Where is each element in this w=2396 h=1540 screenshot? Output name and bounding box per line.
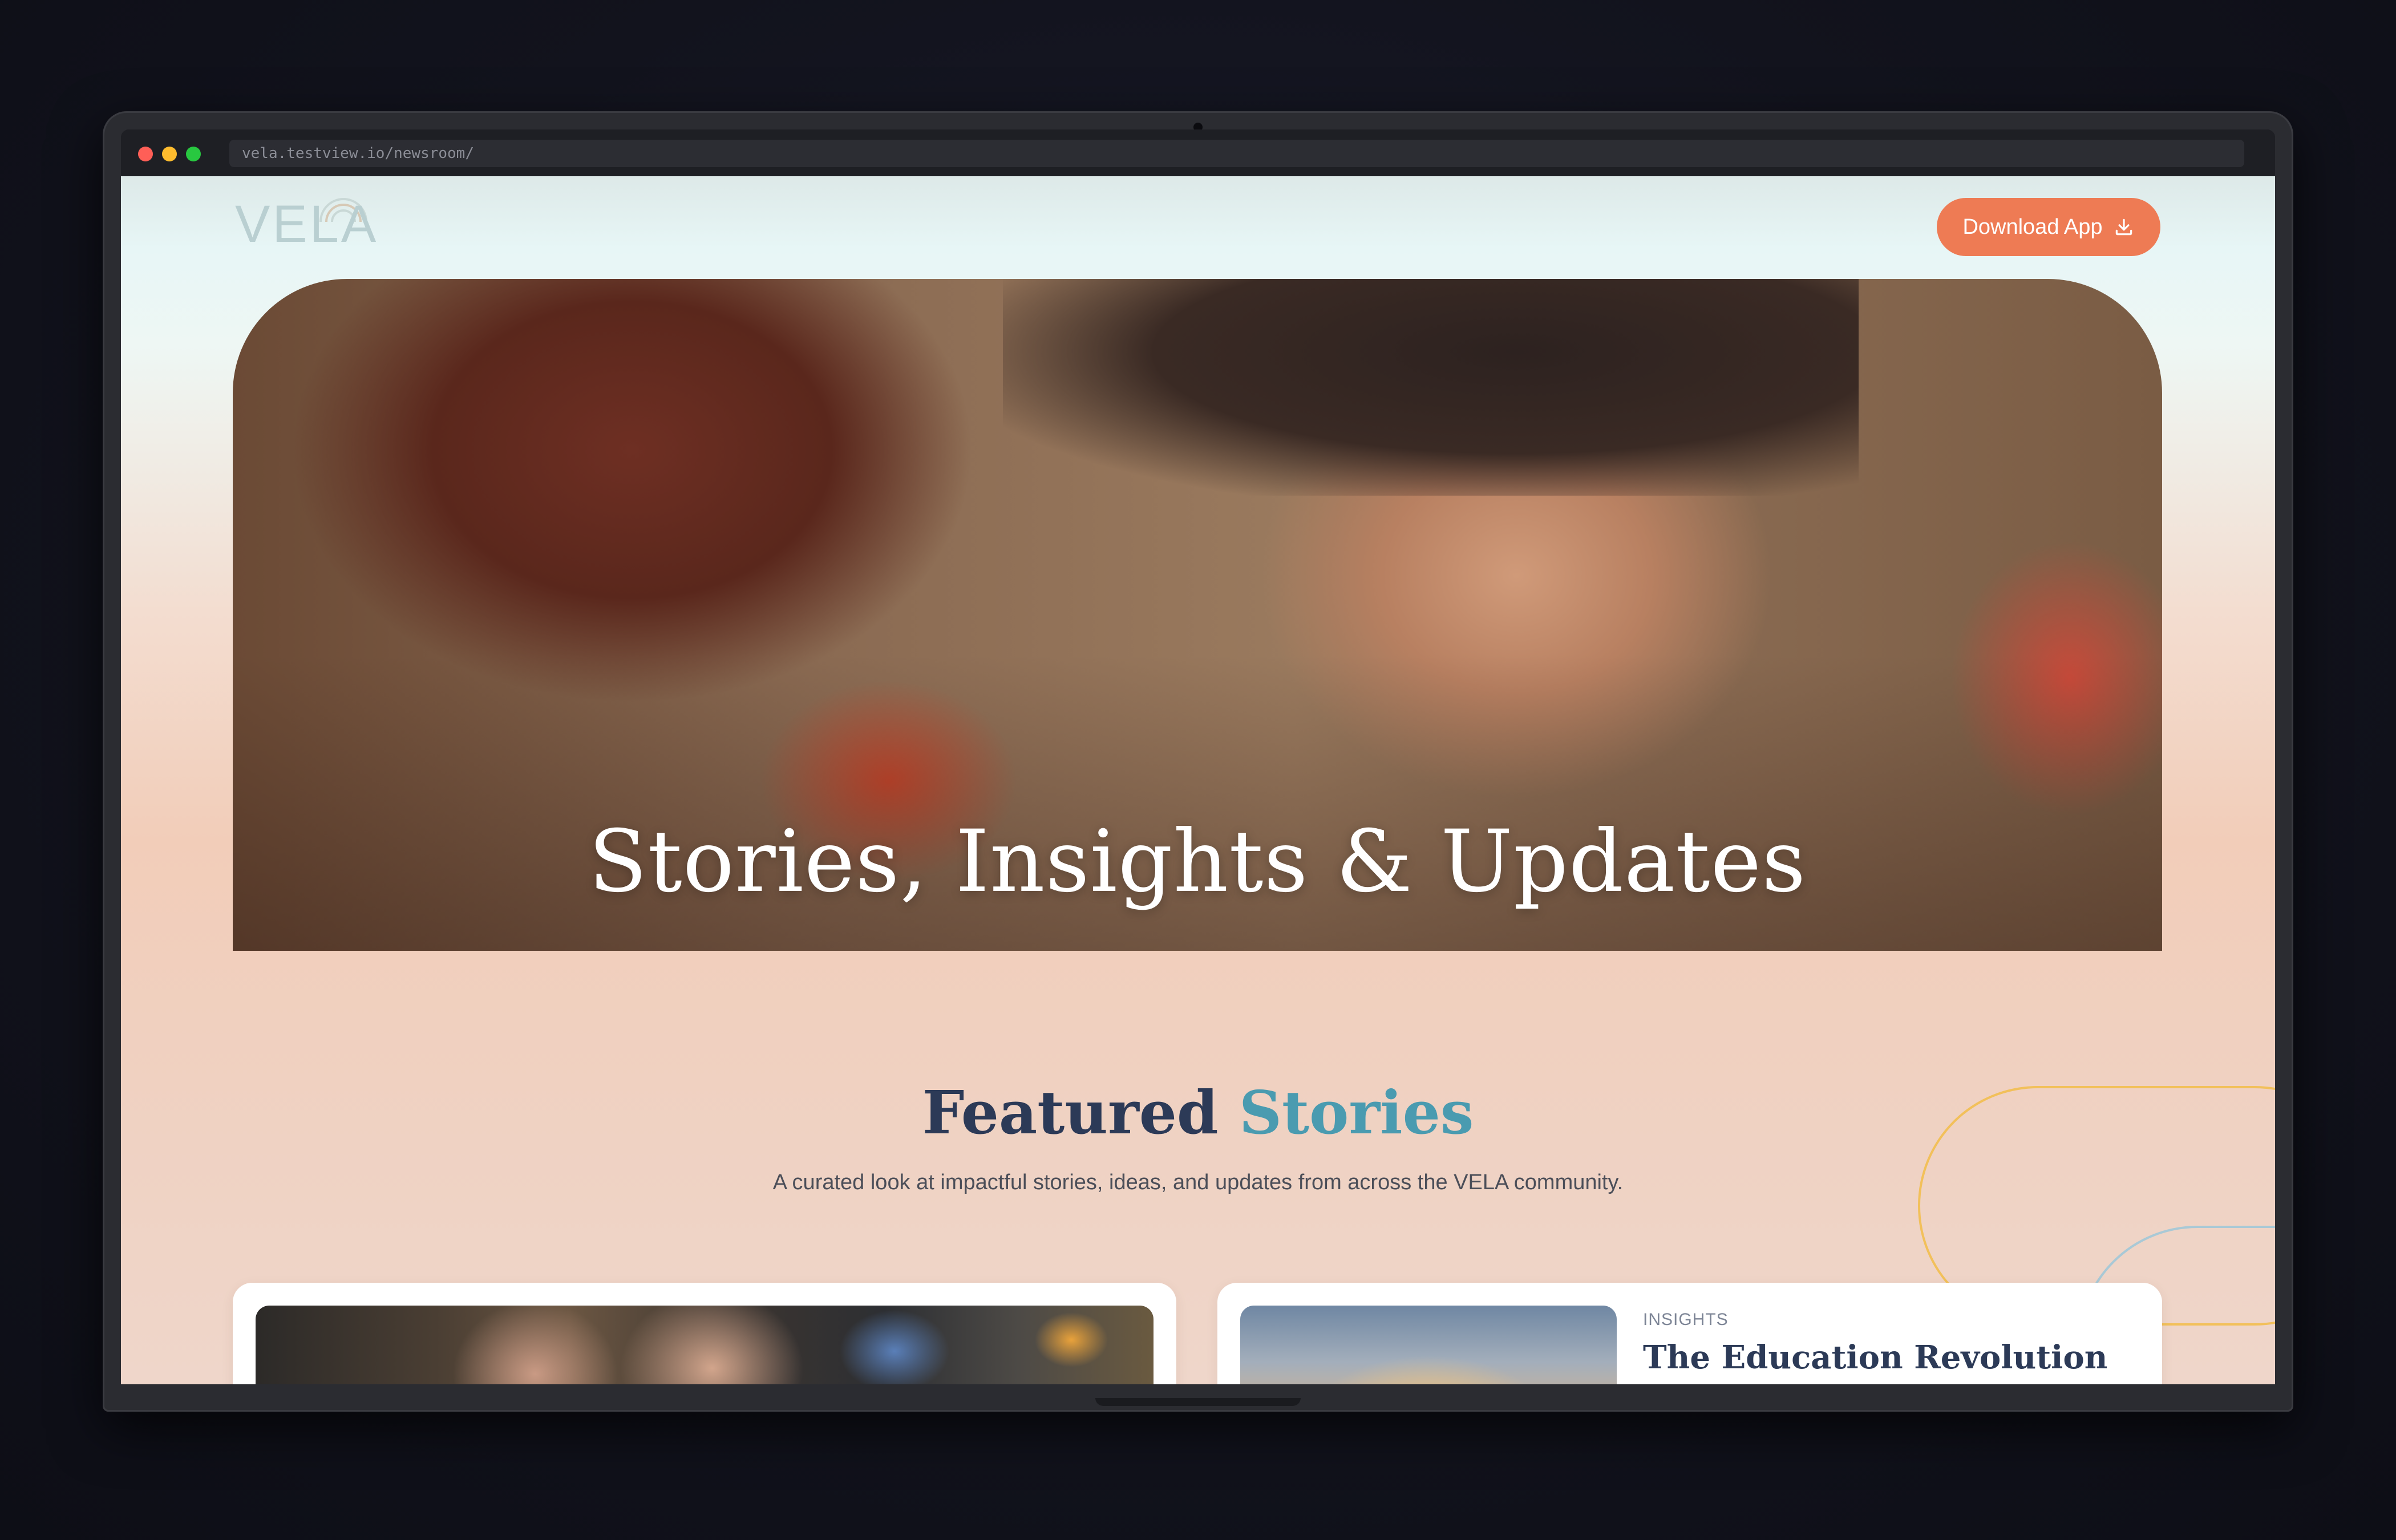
featured-subtitle: A curated look at impactful stories, ide… [772, 1170, 1624, 1194]
story-card[interactable] [233, 1283, 1176, 1384]
featured-title: Featured Stories [121, 1077, 2275, 1148]
download-app-label: Download App [1962, 214, 2103, 239]
story-card-title[interactable]: The Education Revolution [1643, 1339, 2107, 1376]
maximize-window-button[interactable] [186, 147, 201, 161]
story-card-image[interactable] [256, 1306, 1154, 1384]
featured-title-main: Featured [922, 1077, 1219, 1148]
screen: vela.testview.io/newsroom/ VELA Download… [121, 129, 2275, 1384]
laptop-notch [1095, 1398, 1301, 1406]
hero-image [1003, 279, 1859, 496]
download-icon [2115, 218, 2132, 236]
address-bar[interactable]: vela.testview.io/newsroom/ [229, 140, 2244, 167]
minimize-window-button[interactable] [162, 147, 177, 161]
story-card-insights[interactable]: INSIGHTS The Education Revolution [1217, 1283, 2162, 1384]
close-window-button[interactable] [138, 147, 153, 161]
vela-logo[interactable]: VELA [235, 188, 376, 253]
story-card-image[interactable] [1240, 1306, 1617, 1384]
page-viewport: VELA Download App Stories, Insights & Up… [121, 176, 2275, 1384]
story-card-tag: INSIGHTS [1643, 1310, 1729, 1329]
hero-banner: Stories, Insights & Updates [233, 279, 2162, 951]
logo-text: VELA [235, 195, 379, 253]
featured-title-accent: Stories [1239, 1077, 1474, 1148]
download-app-button[interactable]: Download App [1937, 198, 2160, 256]
browser-chrome: vela.testview.io/newsroom/ [121, 129, 2275, 176]
laptop-frame: vela.testview.io/newsroom/ VELA Download… [103, 111, 2293, 1412]
hero-title: Stories, Insights & Updates [588, 812, 1807, 911]
